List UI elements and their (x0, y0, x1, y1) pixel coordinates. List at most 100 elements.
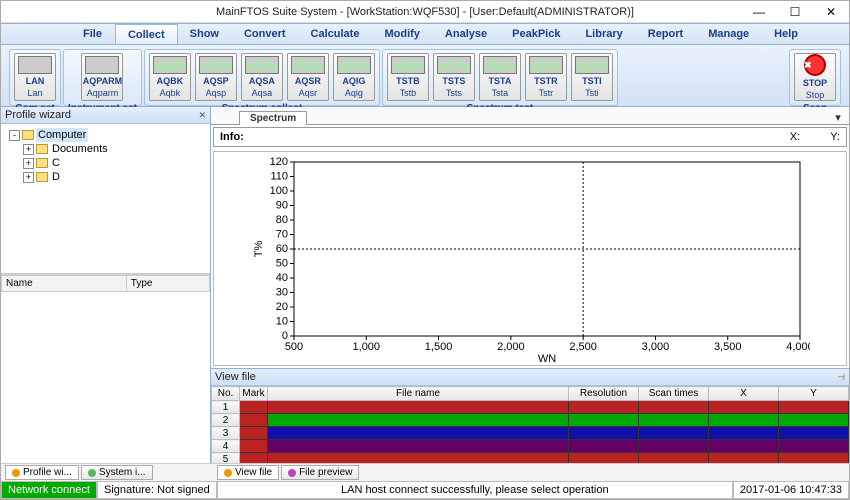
main-area: Profile wizard ✕ -Computer+Documents+C+D… (1, 107, 849, 463)
svg-text:3,500: 3,500 (714, 341, 742, 353)
menu-help[interactable]: Help (762, 24, 811, 44)
tab-spectrum[interactable]: Spectrum (239, 111, 307, 125)
menu-bar: FileCollectShowConvertCalculateModifyAna… (1, 23, 849, 45)
svg-text:1,000: 1,000 (353, 341, 381, 353)
title-bar: MainFTOS Suite System - [WorkStation:WQF… (1, 1, 849, 23)
viewfile-col[interactable]: Y (779, 387, 849, 401)
status-signature: Signature: Not signed (97, 481, 217, 499)
bottom-tab[interactable]: Profile wi... (5, 465, 79, 480)
spectrum-tabstrip: Spectrum ▾ (211, 107, 849, 125)
svg-text:3,000: 3,000 (642, 341, 670, 353)
ribbon-aqsa-button[interactable]: AQSAAqsa (241, 53, 283, 101)
info-label: Info: (220, 131, 244, 143)
viewfile-row[interactable]: 3 (212, 427, 849, 440)
status-time: 2017-01-06 10:47:33 (733, 481, 849, 499)
ribbon-tsti-button[interactable]: TSTITsti (571, 53, 613, 101)
ribbon-tstr-button[interactable]: TSTRTstr (525, 53, 567, 101)
viewfile-row[interactable]: 1 (212, 401, 849, 414)
profile-col-type[interactable]: Type (126, 276, 209, 292)
menu-manage[interactable]: Manage (696, 24, 762, 44)
svg-text:30: 30 (276, 286, 288, 298)
status-network: Network connect (1, 481, 97, 499)
menu-peakpick[interactable]: PeakPick (500, 24, 573, 44)
svg-text:120: 120 (270, 156, 288, 168)
panel-title-text: View file (215, 371, 256, 383)
status-message: LAN host connect successfully, please se… (217, 481, 733, 499)
bottom-tab[interactable]: File preview (281, 465, 359, 480)
menu-calculate[interactable]: Calculate (299, 24, 373, 44)
bottom-tab[interactable]: View file (217, 465, 279, 480)
info-y-label: Y: (830, 131, 840, 143)
viewfile-row[interactable]: 5 (212, 453, 849, 464)
menu-report[interactable]: Report (636, 24, 696, 44)
ribbon-aqparm-button[interactable]: AQPARMAqparm (81, 53, 123, 101)
profile-tree[interactable]: -Computer+Documents+C+D (1, 124, 210, 274)
window-title: MainFTOS Suite System - [WorkStation:WQF… (216, 6, 634, 18)
tree-node[interactable]: +Documents (5, 142, 206, 156)
svg-text:70: 70 (276, 228, 288, 240)
svg-text:4,000: 4,000 (786, 341, 810, 353)
ribbon-tsts-button[interactable]: TSTSTsts (433, 53, 475, 101)
ribbon-aqsp-button[interactable]: AQSPAqsp (195, 53, 237, 101)
svg-text:100: 100 (270, 185, 288, 197)
view-file-panel: View file ⊣ No.MarkFile nameResolutionSc… (211, 368, 849, 463)
svg-text:80: 80 (276, 214, 288, 226)
ribbon-tstb-button[interactable]: TSTBTstb (387, 53, 429, 101)
viewfile-col[interactable]: Mark (240, 387, 268, 401)
ribbon-group-spectrum-collect: AQBKAqbkAQSPAqspAQSAAqsaAQSRAqsrAQIGAqig… (144, 49, 380, 106)
bottom-tabs: Profile wi...System i... View fileFile p… (1, 463, 849, 481)
svg-text:60: 60 (276, 243, 288, 255)
bottom-tab[interactable]: System i... (81, 465, 153, 480)
panel-pin-icon[interactable]: ⊣ (837, 372, 845, 383)
svg-text:2,000: 2,000 (497, 341, 525, 353)
svg-text:20: 20 (276, 301, 288, 313)
svg-text:90: 90 (276, 199, 288, 211)
profile-grid: Name Type (1, 274, 210, 463)
viewfile-col[interactable]: File name (268, 387, 569, 401)
svg-text:110: 110 (270, 170, 288, 182)
viewfile-col[interactable]: X (709, 387, 779, 401)
close-button[interactable]: ✕ (813, 1, 849, 22)
ribbon-lan-button[interactable]: LANLan (14, 53, 56, 101)
svg-text:1,500: 1,500 (425, 341, 453, 353)
maximize-button[interactable]: ☐ (777, 1, 813, 22)
menu-convert[interactable]: Convert (232, 24, 299, 44)
status-bar: Network connect Signature: Not signed LA… (1, 481, 849, 499)
menu-analyse[interactable]: Analyse (433, 24, 500, 44)
tree-node[interactable]: +C (5, 156, 206, 170)
svg-text:10: 10 (276, 315, 288, 327)
ribbon-aqbk-button[interactable]: AQBKAqbk (149, 53, 191, 101)
tree-node[interactable]: +D (5, 170, 206, 184)
panel-close-icon[interactable]: ✕ (198, 110, 206, 121)
svg-text:2,500: 2,500 (569, 341, 597, 353)
ribbon: LANLan Com set AQPARMAqparm Instrument s… (1, 45, 849, 107)
ribbon-stop-button[interactable]: ✖STOPStop (794, 53, 836, 101)
ribbon-group-scan: ✖STOPStop Scan (789, 49, 841, 106)
ribbon-tsta-button[interactable]: TSTATsta (479, 53, 521, 101)
viewfile-row[interactable]: 2 (212, 414, 849, 427)
ribbon-group-spectrum-test: TSTBTstbTSTSTstsTSTATstaTSTRTstrTSTITsti… (382, 49, 618, 106)
spectrum-chart[interactable]: 01020304050607080901001101204,0003,5003,… (213, 151, 847, 366)
viewfile-row[interactable]: 4 (212, 440, 849, 453)
svg-text:500: 500 (285, 341, 303, 353)
svg-text:50: 50 (276, 257, 288, 269)
svg-text:WN: WN (538, 353, 556, 364)
ribbon-aqsr-button[interactable]: AQSRAqsr (287, 53, 329, 101)
ribbon-aqig-button[interactable]: AQIGAqig (333, 53, 375, 101)
profile-col-name[interactable]: Name (2, 276, 127, 292)
right-panel: Spectrum ▾ Info: X: Y: 01020304050607080… (211, 107, 849, 463)
tree-node[interactable]: -Computer (5, 128, 206, 142)
minimize-button[interactable]: — (741, 1, 777, 22)
viewfile-col[interactable]: Scan times (639, 387, 709, 401)
view-file-table[interactable]: No.MarkFile nameResolutionScan timesXY12… (211, 386, 849, 463)
profile-wizard-title: Profile wizard ✕ (1, 107, 210, 124)
viewfile-col[interactable]: Resolution (569, 387, 639, 401)
menu-file[interactable]: File (71, 24, 115, 44)
menu-show[interactable]: Show (178, 24, 232, 44)
tab-dropdown-icon[interactable]: ▾ (831, 111, 845, 124)
menu-modify[interactable]: Modify (372, 24, 432, 44)
viewfile-col[interactable]: No. (212, 387, 240, 401)
menu-collect[interactable]: Collect (115, 24, 178, 44)
menu-library[interactable]: Library (573, 24, 635, 44)
svg-text:40: 40 (276, 272, 288, 284)
